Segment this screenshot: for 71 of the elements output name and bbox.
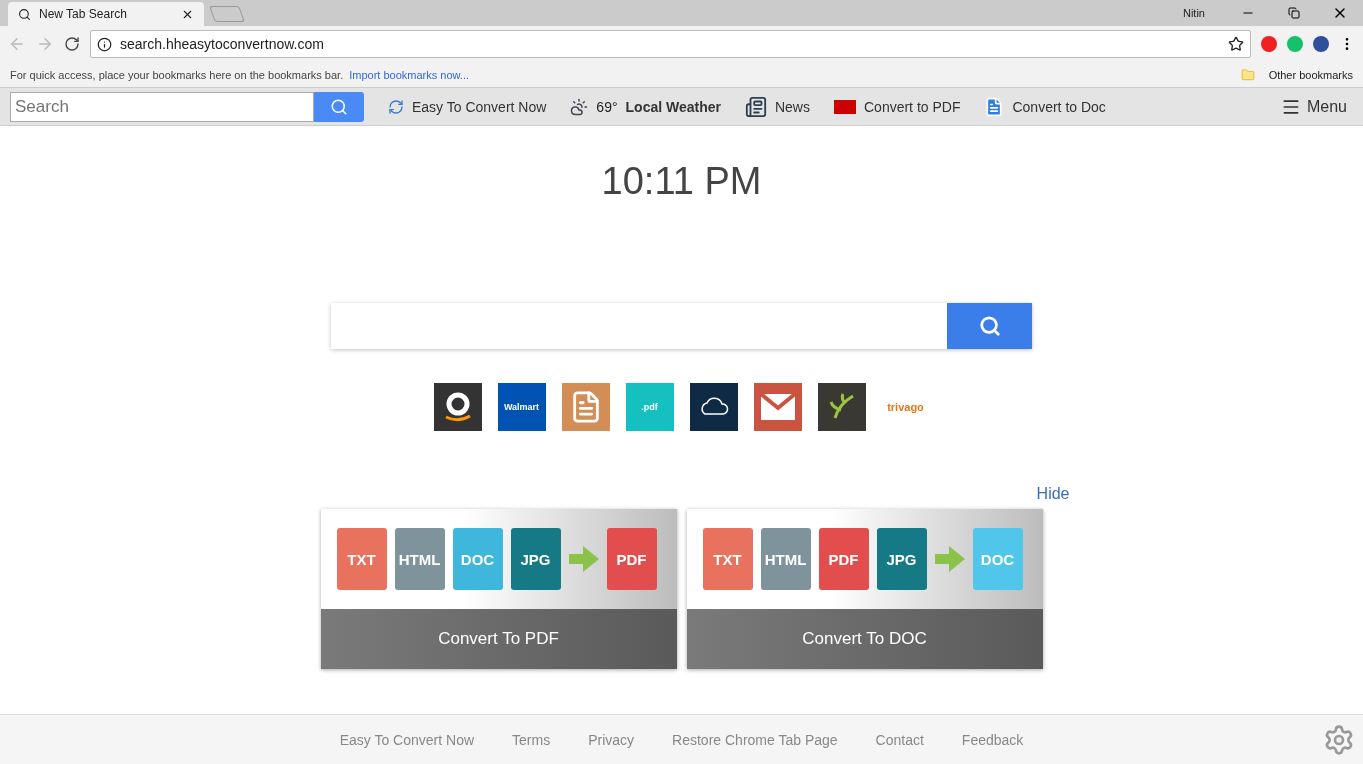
shortcut-tile[interactable]: Walmart <box>497 383 546 431</box>
tile-label: Walmart <box>503 402 540 412</box>
clock: 10:11 PM <box>601 160 762 203</box>
link-label: News <box>774 98 810 115</box>
menu-button[interactable]: Menu <box>1274 95 1353 118</box>
restore-icon <box>1288 7 1300 19</box>
reload-icon[interactable] <box>64 36 80 52</box>
file-label: PDF <box>606 528 657 590</box>
refresh-icon <box>388 98 404 115</box>
file-label: PDF <box>818 528 869 590</box>
file-label: HTML <box>760 528 811 590</box>
convert-card[interactable]: TXT HTML PDF JPG DOC Convert To DOC <box>686 509 1043 669</box>
search-button[interactable] <box>947 303 1032 349</box>
link-label: Local Weather <box>625 98 721 115</box>
temperature: 69° <box>596 98 618 115</box>
card-caption: Convert To DOC <box>686 609 1043 669</box>
browser-tab[interactable]: New Tab Search <box>8 2 204 26</box>
search-icon <box>978 315 1001 337</box>
file-label: DOC <box>972 528 1023 590</box>
newspaper-icon <box>744 95 767 118</box>
import-bookmarks-link[interactable]: Import bookmarks now... <box>349 68 470 81</box>
convert-card[interactable]: TXT HTML DOC JPG PDF Convert To PDF <box>320 509 677 669</box>
bookmarks-hint: For quick access, place your bookmarks here on the bookmarks bar. <box>10 68 344 81</box>
address-bar[interactable]: search.hheasytoconvertnow.com <box>90 30 1251 58</box>
search-icon <box>330 97 348 116</box>
arrow-icon <box>934 544 965 574</box>
arrow-icon <box>568 544 599 574</box>
shortcut-tile[interactable] <box>561 383 610 431</box>
file-label: JPG <box>876 528 927 590</box>
folder-icon <box>1240 67 1255 82</box>
weather-icon <box>570 97 589 116</box>
search-field[interactable] <box>331 303 947 349</box>
search-button[interactable] <box>314 91 364 122</box>
settings-icon[interactable] <box>1323 724 1355 756</box>
file-label: JPG <box>510 528 561 590</box>
search-field[interactable]: Search <box>10 91 314 122</box>
star-icon[interactable] <box>1228 36 1244 52</box>
file-label: DOC <box>452 528 503 590</box>
footer-link[interactable]: Terms <box>512 731 551 748</box>
file-label: TXT <box>702 528 753 590</box>
file-label: HTML <box>394 528 445 590</box>
shortcut-tile[interactable] <box>753 383 802 431</box>
tab-title: New Tab Search <box>39 7 127 21</box>
footer-link[interactable]: Easy To Convert Now <box>339 731 475 748</box>
toolbar-link[interactable]: 69° Local Weather <box>570 97 721 116</box>
footer-link[interactable]: Feedback <box>961 731 1024 748</box>
shortcut-tile[interactable] <box>689 383 738 431</box>
tile-label: trivago <box>887 401 924 413</box>
toolbar-link[interactable]: Convert to Doc <box>984 96 1106 117</box>
url-text: search.hheasytoconvertnow.com <box>120 36 324 52</box>
other-bookmarks[interactable]: Other bookmarks <box>1268 68 1353 81</box>
toolbar-link[interactable]: Easy To Convert Now <box>388 98 547 115</box>
shortcut-tile[interactable] <box>433 383 482 431</box>
link-label: Easy To Convert Now <box>412 98 547 115</box>
file-label: TXT <box>336 528 387 590</box>
document-icon <box>984 96 1005 117</box>
info-icon <box>97 36 112 52</box>
card-caption: Convert To PDF <box>320 609 677 669</box>
search-icon <box>18 7 31 21</box>
link-label: Convert to PDF <box>864 98 961 115</box>
tile-label: .pdf <box>641 402 658 412</box>
profile-name: Nitin <box>1183 7 1205 19</box>
footer-link[interactable]: Contact <box>875 731 924 748</box>
envelope-icon <box>760 394 795 420</box>
shortcut-tile[interactable] <box>817 383 866 431</box>
footer-link[interactable]: Restore Chrome Tab Page <box>672 731 838 748</box>
hide-link[interactable]: Hide <box>1036 485 1070 503</box>
link-label: Convert to Doc <box>1012 98 1106 115</box>
toolbar-link[interactable]: Convert to PDF <box>834 98 961 115</box>
footer-link[interactable]: Privacy <box>588 731 635 748</box>
toolbar-link[interactable]: News <box>744 95 810 118</box>
